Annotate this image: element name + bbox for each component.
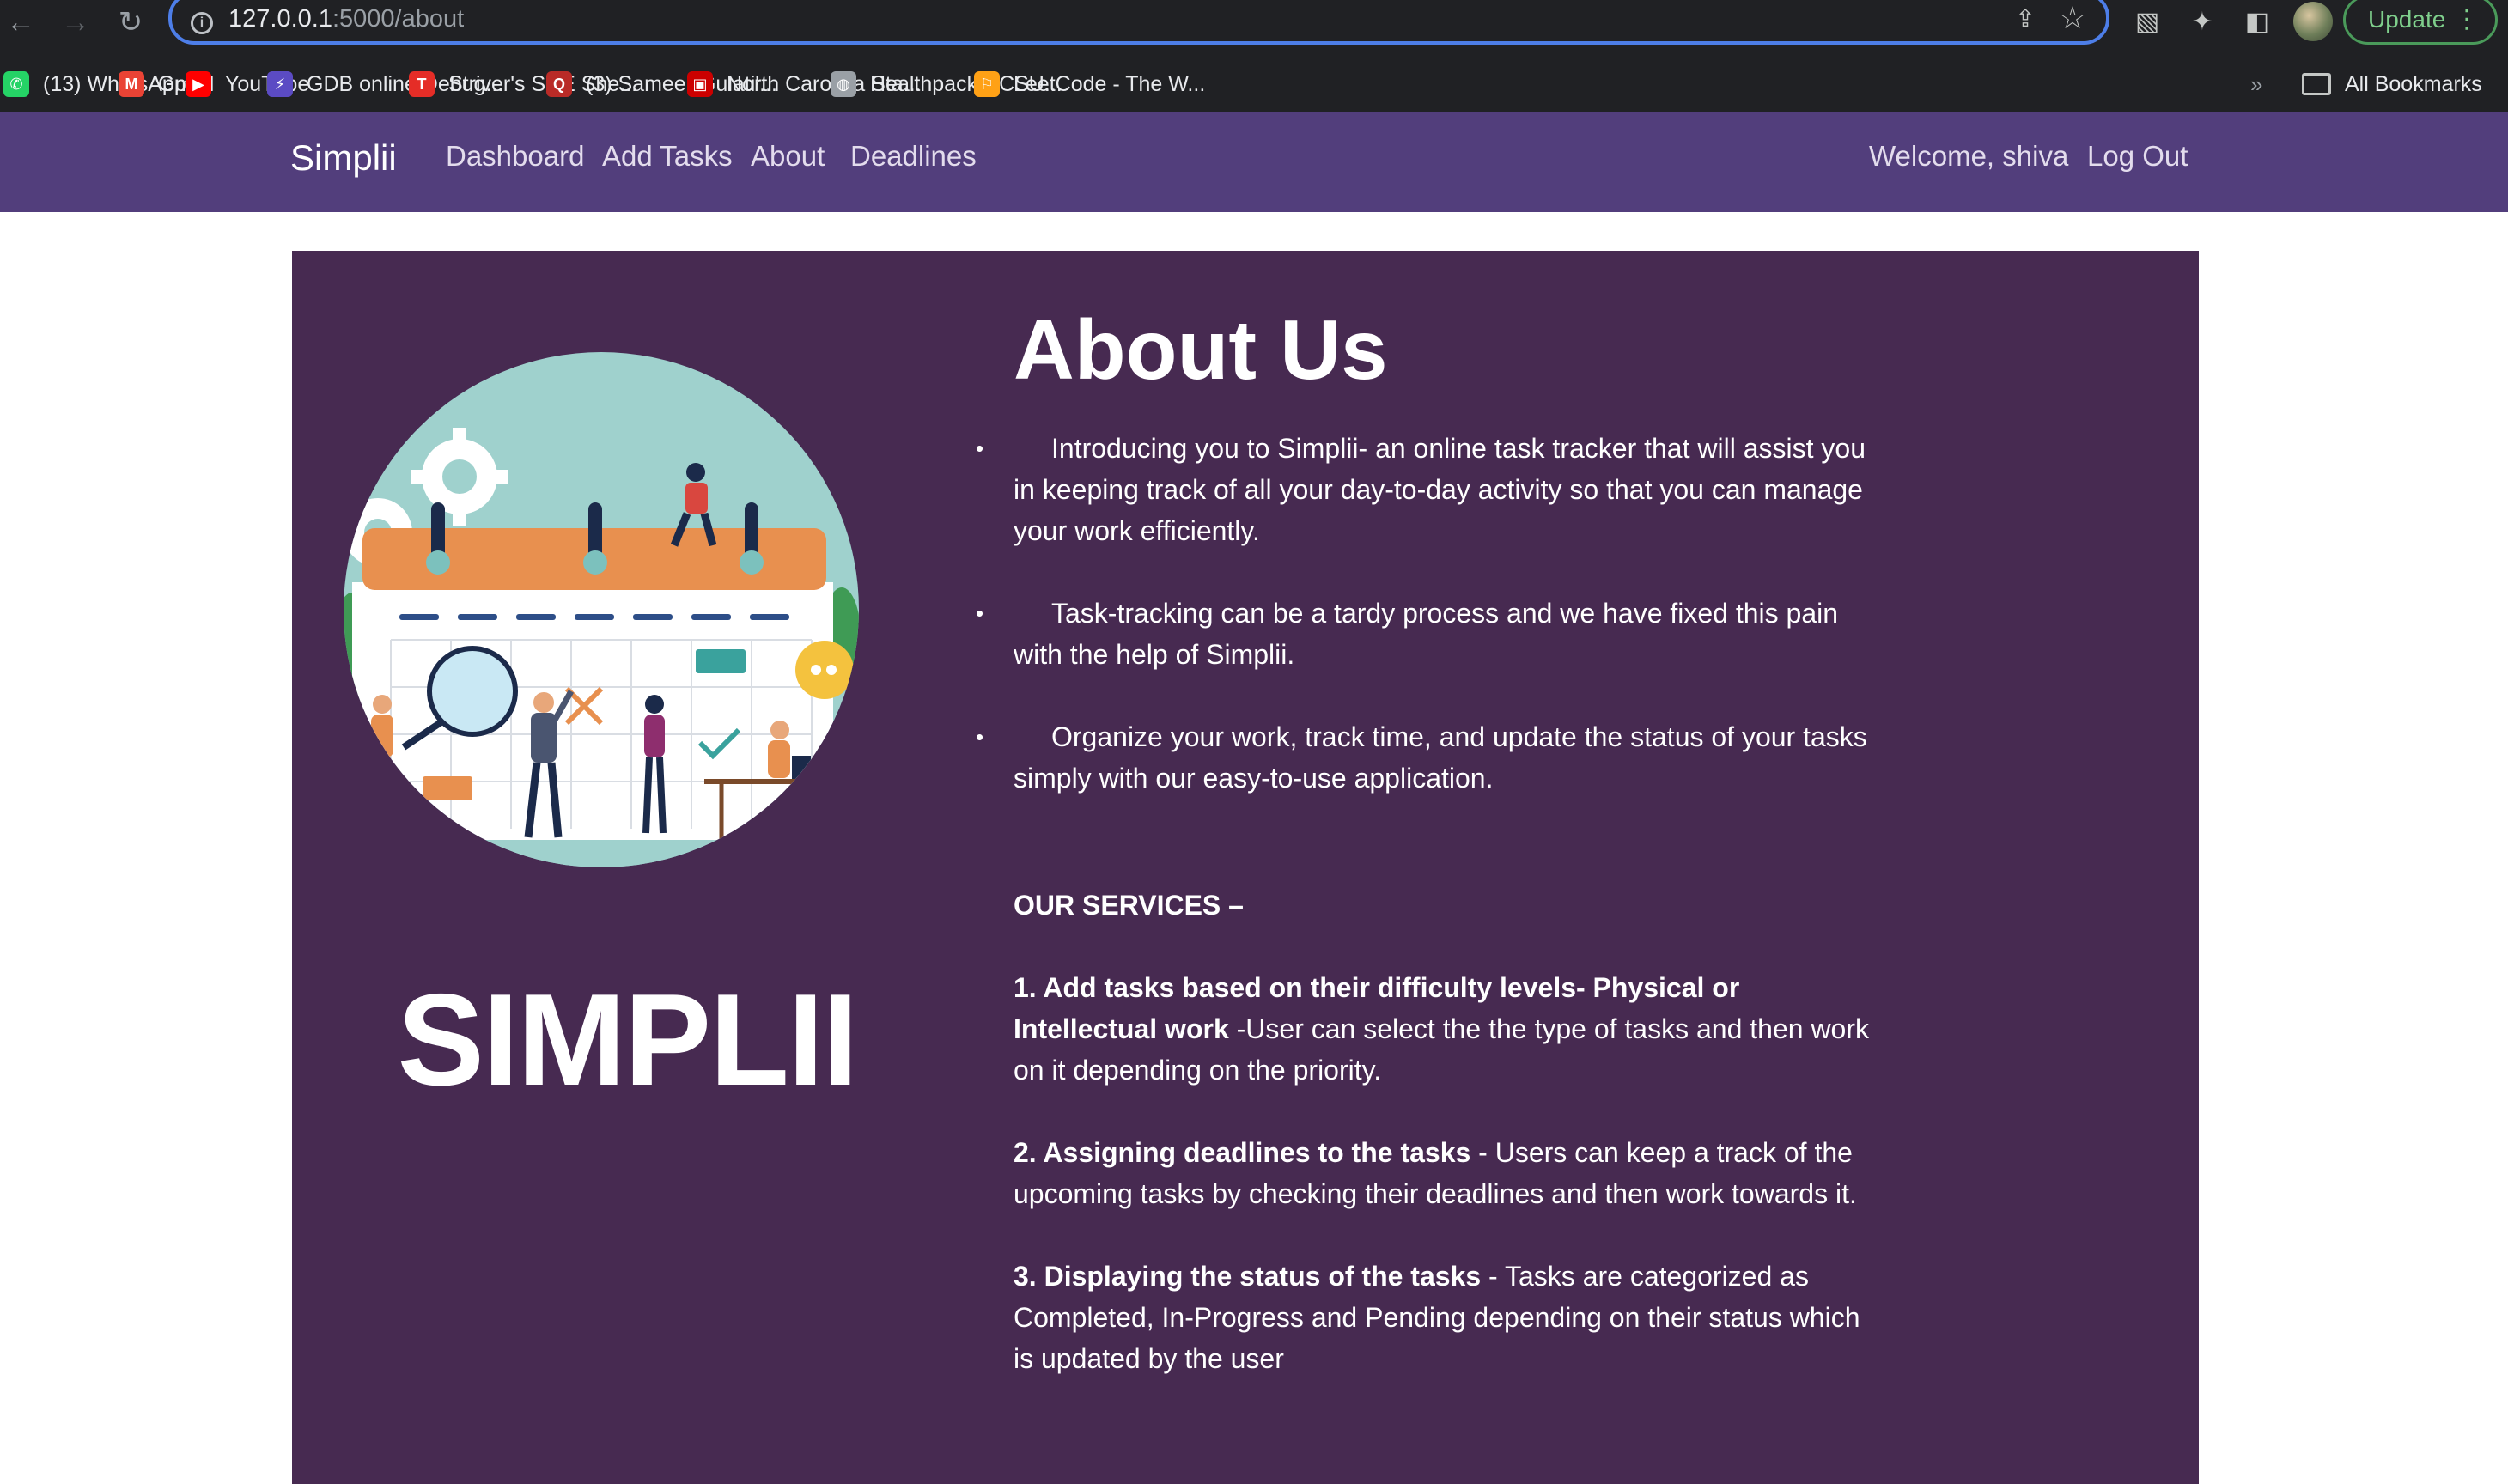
nav-deadlines[interactable]: Deadlines [850,140,977,173]
gmail-icon: M [119,71,144,97]
info-icon[interactable]: i [191,12,213,34]
nav-about[interactable]: About [751,140,825,173]
service-item: 1. Add tasks based on their difficulty l… [1014,967,1872,1091]
welcome-text: Welcome, shiva [1869,140,2069,172]
all-bookmarks-label: All Bookmarks [2345,72,2482,96]
url-text: 127.0.0.1:5000/about [228,5,464,33]
update-label: Update [2368,6,2446,33]
address-bar[interactable]: i 127.0.0.1:5000/about ⇪ ☆ [168,0,2109,45]
whatsapp-icon: ✆ [3,71,29,97]
share-icon[interactable]: ⇪ [2013,7,2037,31]
bookmarks-overflow-icon[interactable]: » [2250,69,2262,100]
intro-bullet: Introducing you to Simplii- an online ta… [976,428,1872,551]
youtube-icon: ▶ [186,71,211,97]
striver-icon: T [409,71,435,97]
url-host: 127.0.0.1 [228,5,332,33]
profile-avatar[interactable] [2293,2,2333,41]
bookmark-star-icon[interactable]: ☆ [2058,3,2087,33]
service-item: 2. Assigning deadlines to the tasks - Us… [1014,1132,1872,1214]
intro-bullet: Organize your work, track time, and upda… [976,716,1872,799]
url-path: :5000/about [332,5,465,33]
about-content: About Us Introducing you to Simplii- an … [976,302,1872,1420]
bookmark-label: LeetCode - The W... [1014,71,1206,96]
folder-icon [2302,73,2331,95]
browser-toolbar: ← → ↻ i 127.0.0.1:5000/about ⇪ ☆ ▧ ✦ ◧ U… [0,0,2508,45]
service-title: 3. Displaying the status of the tasks [1014,1261,1482,1292]
side-panel-icon[interactable]: ◧ [2240,5,2274,40]
all-bookmarks-button[interactable]: All Bookmarks [2302,69,2482,100]
page-title: About Us [1014,302,1388,397]
reload-icon[interactable]: ↻ [113,5,148,40]
puzzle-extensions-icon[interactable]: ✦ [2185,5,2219,40]
gdb-icon: ⚡ [267,71,293,97]
simplii-logo-text: SIMPLII [397,967,859,1113]
bookmark-item[interactable]: ⚐ LeetCode - The W... [974,69,1205,100]
quora-icon: Q [546,71,572,97]
leetcode-icon: ⚐ [974,71,1000,97]
extension-icon[interactable]: ▧ [2130,5,2164,40]
logout-link[interactable]: Log Out [2087,140,2188,173]
site-navbar: Simplii Dashboard Add Tasks About Deadli… [0,112,2508,212]
back-arrow-icon[interactable]: ← [3,5,38,40]
ncsu-icon: ▣ [687,71,713,97]
globe-icon: ◍ [831,71,856,97]
kebab-menu-icon[interactable]: ⋮ [2454,0,2480,42]
service-item: 3. Displaying the status of the tasks - … [1014,1256,1872,1379]
intro-bullet-list: Introducing you to Simplii- an online ta… [976,428,1872,799]
nav-add-tasks[interactable]: Add Tasks [602,140,733,173]
brand-link[interactable]: Simplii [290,137,397,179]
service-title: 2. Assigning deadlines to the tasks [1014,1137,1471,1168]
forward-arrow-icon[interactable]: → [58,5,93,40]
update-button[interactable]: Update ⋮ [2343,0,2498,45]
nav-dashboard[interactable]: Dashboard [446,140,584,173]
intro-bullet: Task-tracking can be a tardy process and… [976,593,1872,675]
task-calendar-illustration [344,352,859,867]
services-heading: OUR SERVICES – [1014,890,1244,921]
about-card: SIMPLII About Us Introducing you to Simp… [292,251,2199,1484]
